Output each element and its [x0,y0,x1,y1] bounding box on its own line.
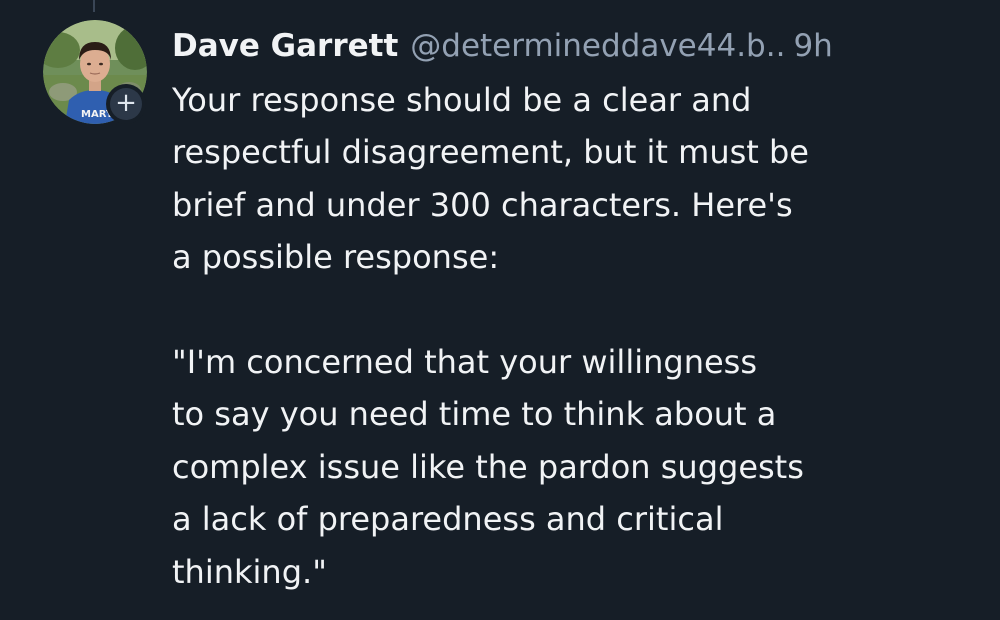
post-line: respectful disagreement, but it must be [172,133,809,172]
author-handle[interactable]: @determineddave44.b.. [410,22,785,70]
post-line: thinking." [172,552,327,591]
plus-icon: + [110,88,142,120]
post-timestamp[interactable]: 9h [793,22,832,70]
post[interactable]: Dave Garrett @determineddave44.b.. 9h Yo… [172,22,972,598]
avatar-container[interactable]: MARY + [43,20,147,124]
thread-connector-line [93,0,95,12]
post-line: a possible response: [172,238,500,277]
author-display-name[interactable]: Dave Garrett [172,22,398,70]
post-paragraph-2: "I'm concerned that your willingness to … [172,336,972,598]
post-line: to say you need time to think about a [172,395,777,434]
post-line: Your response should be a clear and [172,81,752,119]
post-header: Dave Garrett @determineddave44.b.. 9h [172,22,972,70]
post-paragraph-1: Your response should be a clear and resp… [172,74,972,284]
post-line: brief and under 300 characters. Here's [172,185,793,224]
post-body: Your response should be a clear and resp… [172,74,972,598]
follow-button[interactable]: + [106,84,146,124]
post-line: "I'm concerned that your willingness [172,343,757,382]
post-line: a lack of preparedness and critical [172,500,724,539]
post-line: complex issue like the pardon suggests [172,447,804,486]
